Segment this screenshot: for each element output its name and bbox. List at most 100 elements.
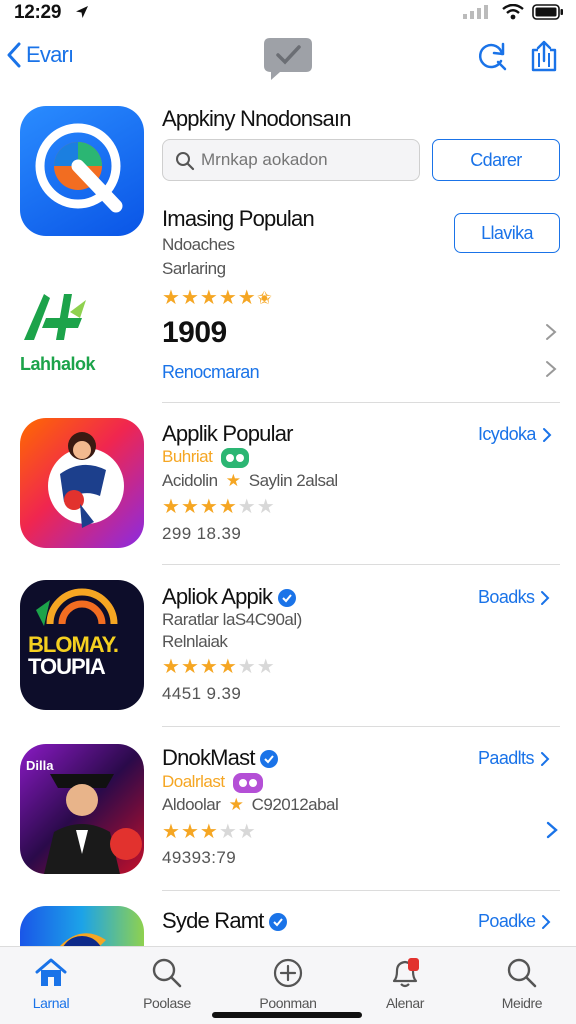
app-icon[interactable]: Dilla	[20, 744, 144, 874]
featured-count: 1909	[162, 316, 227, 349]
divider	[162, 890, 560, 891]
status-bar: 12:29	[0, 0, 576, 26]
app-stats: 299 18.39	[162, 524, 242, 543]
controller-icon	[238, 778, 257, 787]
share-icon[interactable]	[528, 40, 560, 72]
tab-more[interactable]: Meidre	[467, 957, 576, 1011]
app-developer: Relnlaiak	[162, 632, 228, 651]
star-icon: ★	[162, 287, 180, 309]
star-icon: ★	[237, 496, 256, 518]
featured-title: Imasing Populan	[162, 206, 315, 231]
search-box[interactable]	[162, 139, 420, 181]
app-meta: Aldoolar ★ C92012abal	[162, 795, 339, 815]
tab-label: Larnal	[32, 995, 70, 1011]
star-icon: ★	[180, 496, 199, 518]
app-title: Applik Popular	[162, 421, 293, 446]
featured-developer: Ndoaches	[162, 235, 235, 254]
back-button[interactable]: Evarı	[6, 42, 74, 68]
star-icon: ★	[237, 656, 256, 678]
tab-home[interactable]: Larnal	[0, 957, 106, 1011]
star-icon: ★	[199, 287, 218, 309]
star-icon: ★	[162, 821, 180, 843]
wifi-icon	[502, 4, 524, 20]
star-icon: ★	[199, 821, 218, 843]
divider	[162, 564, 560, 565]
app-icon[interactable]: BLOMAY. TOUPIA	[20, 580, 144, 710]
app-action-label: Poadke	[478, 911, 536, 931]
star-icon: ★	[162, 656, 180, 678]
star-icon: ★	[225, 471, 241, 490]
app-action-button[interactable]: Paadlts	[478, 748, 550, 769]
app-rating-stars: ★ ★ ★ ★ ★ ★	[162, 657, 275, 677]
chevron-right-icon[interactable]	[545, 360, 557, 378]
battery-icon	[532, 4, 563, 20]
navigation-bar: Evarı	[0, 30, 576, 88]
star-icon: ★	[218, 287, 237, 309]
app-action-label: Icydoka	[478, 424, 536, 444]
refresh-icon[interactable]	[476, 40, 508, 72]
notification-icon	[392, 958, 419, 988]
star-icon: ★	[180, 287, 199, 309]
app-logo-text: Dilla	[26, 758, 54, 773]
featured-rating-stars: ★ ★ ★ ★ ★ ✬	[162, 288, 272, 308]
app-tag: Buhriat	[162, 447, 249, 468]
star-icon: ★	[228, 795, 244, 814]
app-action-button[interactable]: Boadks	[478, 587, 550, 608]
app-stats: 49393:79	[162, 848, 237, 867]
app-tag: Raratlar laS4C90al)	[162, 610, 302, 629]
app-meta-rating: Saylin 2alsal	[248, 471, 338, 490]
location-arrow-icon	[76, 6, 88, 18]
star-icon: ★	[218, 821, 237, 843]
app-title-text: Apliok Appik	[162, 584, 273, 609]
app-action-button[interactable]: Icydoka	[478, 424, 552, 445]
app-action-label: Boadks	[478, 587, 535, 607]
featured-app-glyph-icon	[35, 123, 123, 213]
half-star-icon: ✬	[256, 288, 272, 308]
game-logo-line2: TOUPIA	[28, 654, 106, 679]
game-logo-line1: BLOMAY.	[28, 632, 119, 657]
status-time: 12:29	[14, 2, 62, 23]
divider	[162, 402, 560, 403]
tab-label: Poolase	[143, 995, 191, 1011]
chevron-right-icon[interactable]	[546, 821, 558, 839]
chevron-right-icon[interactable]	[545, 323, 557, 341]
app-stats: 4451 9.39	[162, 684, 242, 703]
chevron-right-icon	[540, 751, 550, 766]
game-badge-icon	[220, 447, 249, 468]
verified-icon	[277, 589, 296, 608]
search-icon	[507, 958, 537, 988]
home-icon	[35, 958, 67, 986]
star-icon: ★	[162, 496, 180, 518]
app-tag-text: Doalrlast	[162, 772, 225, 791]
star-icon: ★	[218, 496, 237, 518]
featured-get-button[interactable]: Llavika	[454, 213, 560, 253]
leaf-logo-icon	[24, 294, 86, 340]
star-icon: ★	[180, 656, 199, 678]
tab-search[interactable]: Poolase	[112, 957, 222, 1011]
divider	[162, 726, 560, 727]
app-developer: Aldoolar	[162, 795, 221, 814]
home-indicator	[212, 1012, 362, 1018]
search-button[interactable]: Cdarer	[432, 139, 560, 181]
app-tag-text: Buhriat	[162, 447, 213, 466]
tab-label: Meidre	[501, 995, 543, 1011]
app-title: Syde Ramt	[162, 908, 287, 934]
status-indicators	[462, 4, 564, 20]
app-store-logo-icon	[264, 38, 312, 80]
tab-add[interactable]: Poonman	[233, 957, 343, 1011]
app-rating-stars: ★ ★ ★ ★ ★	[162, 822, 256, 842]
verified-icon	[259, 750, 278, 769]
featured-link[interactable]: Renocmaran	[162, 362, 260, 383]
tab-label: Poonman	[259, 995, 317, 1011]
signal-icon	[463, 5, 488, 19]
featured-app-icon[interactable]	[20, 106, 144, 236]
app-title-text: Syde Ramt	[162, 908, 264, 933]
star-icon: ★	[218, 656, 237, 678]
chevron-left-icon	[7, 42, 21, 68]
search-input[interactable]	[201, 148, 411, 172]
app-action-button[interactable]: Poadke	[478, 911, 551, 932]
app-tag: Doalrlast	[162, 772, 263, 793]
app-icon[interactable]	[20, 418, 144, 548]
tab-notifications[interactable]: Alenar	[350, 957, 460, 1011]
app-meta-rating: C92012abal	[251, 795, 339, 814]
